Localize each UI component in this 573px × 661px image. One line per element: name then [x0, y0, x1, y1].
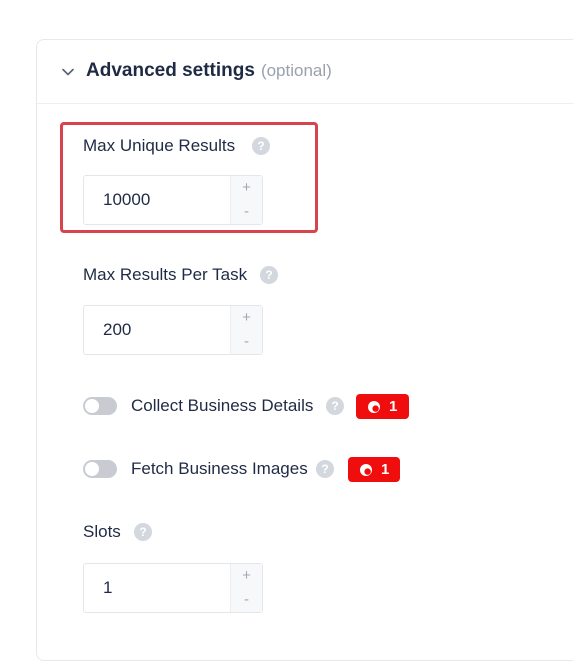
max-results-per-task-label: Max Results Per Task — [83, 265, 248, 284]
advanced-settings-header[interactable]: Advanced settings (optional) — [37, 40, 573, 104]
fetch-business-images-toggle[interactable] — [83, 460, 117, 478]
slots-label: Slots — [83, 522, 121, 541]
highlight-box — [60, 122, 318, 233]
increment-button[interactable]: + — [231, 564, 262, 588]
increment-button[interactable]: + — [231, 306, 262, 330]
credit-badge: 1 — [348, 457, 400, 482]
section-title: Advanced settings (optional) — [86, 60, 332, 82]
decrement-button[interactable]: - — [231, 588, 262, 612]
section-title-text: Advanced settings — [86, 60, 255, 81]
fetch-business-images-label: Fetch Business Images — [131, 459, 308, 478]
chevron-down-icon[interactable] — [61, 65, 75, 79]
credit-badge-count: 1 — [381, 461, 390, 478]
help-icon[interactable]: ? — [260, 266, 278, 284]
help-icon[interactable]: ? — [316, 460, 334, 478]
max-results-per-task-input[interactable]: 200 + - — [83, 305, 263, 355]
collect-business-details-toggle[interactable] — [83, 397, 117, 415]
section-optional-label: (optional) — [260, 61, 332, 80]
help-icon[interactable]: ? — [326, 397, 344, 415]
toggle-knob — [85, 462, 99, 476]
toggle-knob — [85, 399, 99, 413]
collect-business-details-label: Collect Business Details — [131, 396, 314, 415]
max-results-per-task-value[interactable]: 200 — [103, 306, 131, 354]
slots-input[interactable]: 1 + - — [83, 563, 263, 613]
help-icon[interactable]: ? — [134, 523, 152, 541]
coin-icon — [368, 401, 380, 413]
decrement-button[interactable]: - — [231, 330, 262, 354]
slots-value[interactable]: 1 — [103, 564, 112, 612]
max-results-per-task-stepper: + - — [230, 306, 262, 354]
credit-badge-count: 1 — [389, 398, 398, 415]
slots-stepper: + - — [230, 564, 262, 612]
credit-badge: 1 — [356, 394, 409, 419]
coin-icon — [360, 464, 372, 476]
